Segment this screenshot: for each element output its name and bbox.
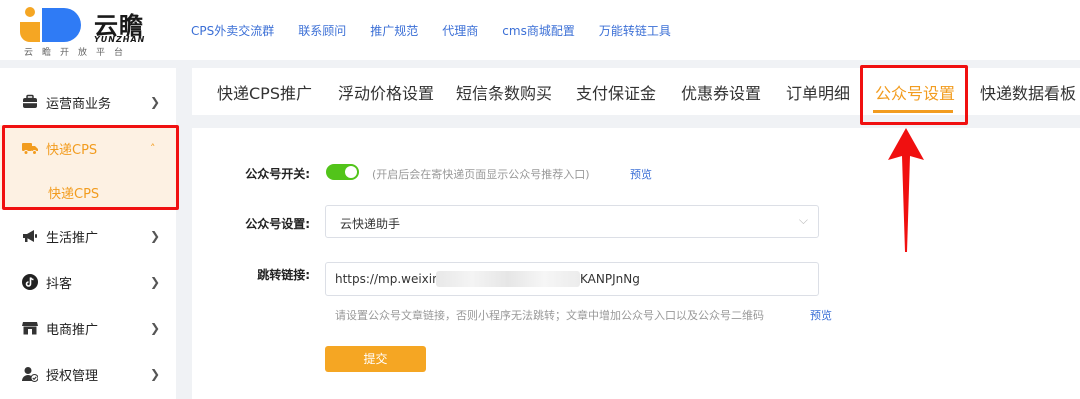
blurred-region — [436, 271, 580, 287]
sidebar-item-operator[interactable]: 运营商业务 ❯ — [0, 79, 176, 125]
link-label: 跳转链接: — [257, 268, 310, 282]
chevron-right-icon: ❯ — [150, 321, 161, 335]
tab-floating-price[interactable]: 浮动价格设置 — [338, 80, 434, 104]
topnav-cms[interactable]: cms商城配置 — [502, 22, 575, 39]
logo-subtitle: 云瞻开放平台 — [24, 48, 133, 58]
tab-sms-purchase[interactable]: 短信条数购买 — [456, 80, 552, 104]
account-label: 公众号设置: — [245, 217, 310, 231]
sidebar-item-label: 运营商业务 — [46, 96, 112, 112]
annotation-arrow-icon — [888, 128, 924, 252]
sidebar-item-label: 授权管理 — [46, 368, 99, 384]
briefcase-icon — [23, 94, 37, 108]
preview-link[interactable]: 预览 — [630, 166, 652, 182]
topnav-agent[interactable]: 代理商 — [442, 22, 478, 39]
store-icon — [22, 322, 38, 335]
top-nav: CPS外卖交流群 联系顾问 推广规范 代理商 cms商城配置 万能转链工具 — [191, 22, 695, 39]
tab-coupon-settings[interactable]: 优惠券设置 — [681, 80, 761, 104]
chevron-right-icon: ❯ — [150, 275, 161, 289]
tiktok-icon — [22, 274, 38, 290]
chevron-right-icon: ❯ — [150, 229, 161, 243]
topnav-rules[interactable]: 推广规范 — [370, 22, 418, 39]
megaphone-icon — [23, 230, 37, 242]
tab-data-board[interactable]: 快递数据看板 — [980, 80, 1076, 104]
sidebar-item-douke[interactable]: 抖客 ❯ — [0, 259, 176, 305]
logo-english: YUNZHAN — [94, 35, 146, 44]
user-check-icon — [22, 367, 38, 382]
sidebar-item-label: 抖客 — [46, 276, 73, 292]
sidebar-item-ecommerce[interactable]: 电商推广 ❯ — [0, 305, 176, 351]
official-account-select[interactable]: 云快递助手 ⌵ — [325, 205, 819, 238]
chevron-right-icon: ❯ — [150, 95, 161, 109]
switch-hint: (开启后会在寄快递页面显示公众号推荐入口) — [372, 168, 590, 181]
redirect-link-input[interactable]: https://mp.weixin.qq KANPJnNg — [325, 262, 819, 296]
chevron-down-icon: ⌵ — [798, 213, 808, 227]
topnav-contact[interactable]: 联系顾问 — [298, 22, 346, 39]
switch-label: 公众号开关: — [245, 167, 310, 181]
sidebar-item-label: 电商推广 — [46, 322, 99, 338]
sidebar-item-auth[interactable]: 授权管理 ❯ — [0, 351, 176, 397]
tab-deposit[interactable]: 支付保证金 — [576, 80, 656, 104]
link-hint: 请设置公众号文章链接，否则小程序无法跳转；文章中增加公众号入口以及公众号二维码 — [335, 309, 764, 322]
topnav-cps-group[interactable]: CPS外卖交流群 — [191, 22, 274, 39]
tab-highlight-box — [860, 65, 968, 125]
link-preview[interactable]: 预览 — [810, 307, 832, 323]
select-value: 云快递助手 — [340, 217, 401, 231]
tab-express-cps-promo[interactable]: 快递CPS推广 — [217, 80, 312, 104]
sidebar-item-life-promo[interactable]: 生活推广 ❯ — [0, 213, 176, 259]
link-value-end: KANPJnNg — [580, 272, 640, 286]
topnav-link-tool[interactable]: 万能转链工具 — [599, 22, 671, 39]
logo-mark-icon — [20, 7, 81, 42]
sidebar: 运营商业务 ❯ 快递CPS ˄ 快递CPS 生活推广 ❯ 抖客 ❯ 电商推广 ❯… — [0, 68, 176, 399]
chevron-right-icon: ❯ — [150, 367, 161, 381]
top-header: 云瞻 YUNZHAN 云瞻开放平台 CPS外卖交流群 联系顾问 推广规范 代理商… — [0, 0, 1080, 60]
tab-order-details[interactable]: 订单明细 — [786, 80, 850, 104]
sidebar-item-label: 生活推广 — [46, 230, 99, 246]
submit-button[interactable]: 提交 — [325, 346, 426, 372]
sidebar-highlight-box — [2, 125, 179, 210]
logo[interactable]: 云瞻 YUNZHAN 云瞻开放平台 — [12, 4, 152, 58]
official-account-toggle[interactable] — [326, 164, 359, 180]
